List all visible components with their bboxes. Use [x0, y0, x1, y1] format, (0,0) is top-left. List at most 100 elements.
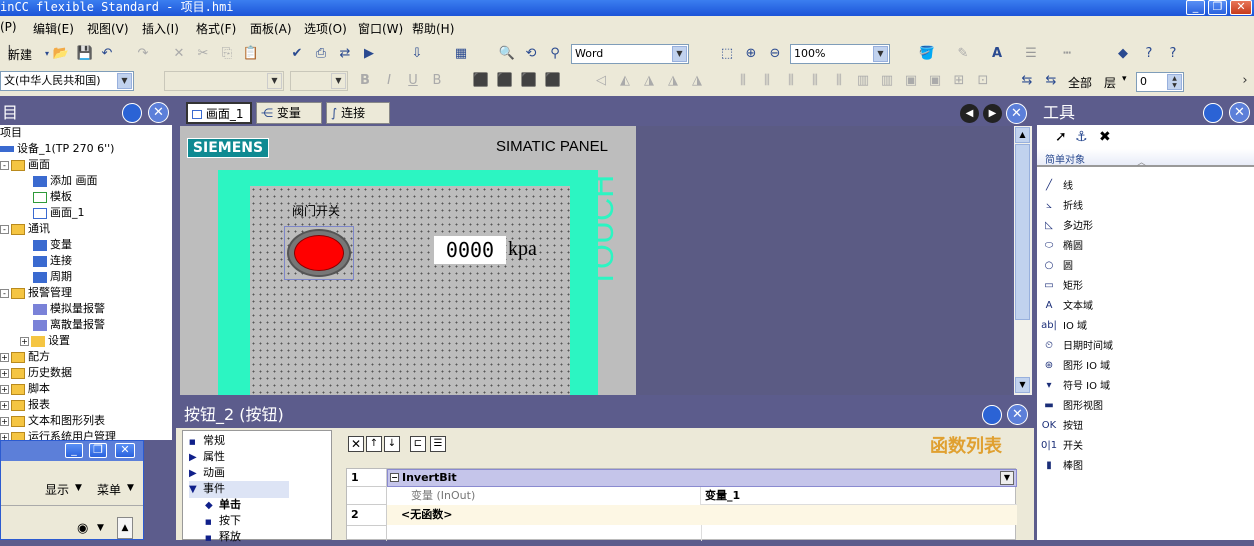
function-row-invertbit[interactable]: − InvertBit ▼ — [387, 469, 1017, 487]
check-icon[interactable]: ✔ — [288, 45, 306, 63]
tool-item[interactable]: ab| IO 域 — [1041, 317, 1087, 337]
tree-item[interactable]: + 历史数据 — [0, 365, 72, 381]
tree-item[interactable]: 变量 — [20, 237, 72, 253]
save-icon[interactable]: 💾 — [76, 45, 94, 63]
tool-item[interactable]: ◺ 多边形 — [1041, 217, 1093, 237]
anchor-icon[interactable]: ⚓ — [1075, 129, 1088, 145]
nav-item[interactable]: ▼ 事件 — [189, 481, 289, 498]
pressure-io-field[interactable]: 0000 — [434, 236, 506, 264]
collapse-icon[interactable]: − — [390, 473, 399, 482]
tree-item[interactable]: + 文本和图形列表 — [0, 413, 105, 429]
distribute-v-icon[interactable]: ⫼ — [758, 72, 776, 90]
menu-item[interactable]: 帮助(H) — [412, 20, 454, 37]
chevron-down-icon[interactable]: ▼ — [267, 73, 282, 89]
layer-spinner[interactable]: 0 ▲ ▼ — [1136, 72, 1184, 92]
tool-item[interactable]: ▬ 图形视图 — [1041, 397, 1103, 417]
language-combo[interactable]: 文(中华人民共和国) ▼ — [0, 71, 134, 91]
download-icon[interactable]: ⇩ — [408, 45, 426, 63]
tool-item[interactable]: ⬭ 椭圆 — [1041, 237, 1083, 257]
menu-item[interactable]: 编辑(E) — [33, 20, 74, 37]
tree-item[interactable]: 画面_1 — [20, 205, 85, 221]
grid-icon[interactable]: ⊞ — [950, 72, 968, 90]
tool-item[interactable]: ⦣ 折线 — [1041, 197, 1083, 217]
close-window-button[interactable]: ✕ — [1230, 0, 1252, 15]
new-button[interactable]: 新建 — [8, 46, 32, 63]
line-style-icon[interactable]: ☰ — [1022, 45, 1040, 63]
align-right-icon[interactable]: ⬛ — [520, 72, 538, 90]
cut-icon[interactable]: ✂ — [194, 45, 212, 63]
tree-item[interactable]: - 画面 — [0, 157, 50, 173]
italic-icon[interactable]: I — [380, 72, 398, 90]
maximize-button[interactable]: ❐ — [89, 443, 107, 458]
close-button[interactable]: ✕ — [115, 443, 135, 458]
context-help-icon[interactable]: ? — [1164, 45, 1182, 63]
tree-root[interactable]: 项目 — [0, 125, 22, 141]
layer-down-icon[interactable]: ⇆ — [1042, 72, 1060, 90]
tree-item[interactable]: 模板 — [20, 189, 72, 205]
toolbar-overflow-icon[interactable]: › — [1236, 72, 1254, 90]
strike-icon[interactable]: B — [428, 72, 446, 90]
param-value[interactable]: 变量_1 — [701, 487, 1017, 505]
mirror-icon[interactable]: ◭ — [616, 72, 634, 90]
expander-icon[interactable]: - — [0, 160, 9, 170]
minimize-button[interactable]: _ — [65, 443, 83, 458]
chevron-down-icon[interactable]: ▼ — [1000, 471, 1014, 485]
tool-item[interactable]: A 文本域 — [1041, 297, 1093, 317]
font-color-icon[interactable]: A — [988, 45, 1006, 63]
valve-button[interactable] — [284, 226, 354, 280]
move-down-icon[interactable]: ↓ — [384, 436, 400, 452]
send-back-icon[interactable]: ▥ — [878, 72, 896, 90]
menu-item[interactable]: 选项(O) — [304, 20, 347, 37]
align-center-icon[interactable]: ⬛ — [496, 72, 514, 90]
replace-icon[interactable]: ⟲ — [522, 45, 540, 63]
close-properties-button[interactable]: ✕ — [1007, 404, 1028, 425]
font-size-combo[interactable]: ▼ — [290, 71, 348, 91]
insert-icon[interactable]: ⊏ — [410, 436, 426, 452]
tree-device[interactable]: 设备_1(TP 270 6'') — [0, 141, 114, 157]
menu-item[interactable]: 视图(V) — [87, 20, 129, 37]
menu-item[interactable]: 面板(A) — [250, 20, 292, 37]
scroll-tabs-right-icon[interactable]: ▶ — [983, 104, 1002, 123]
fill-color-icon[interactable]: 🪣 — [918, 45, 936, 63]
rotate-right-icon[interactable]: ◮ — [664, 72, 682, 90]
snap-icon[interactable]: ⊡ — [974, 72, 992, 90]
expander-icon[interactable]: + — [0, 400, 9, 410]
editor-scrollbar[interactable]: ▲ ▼ — [1014, 126, 1032, 395]
pin-icon[interactable] — [1203, 103, 1223, 123]
same-width-icon[interactable]: ⫼ — [782, 72, 800, 90]
tree-item[interactable]: 周期 — [20, 269, 72, 285]
open-icon[interactable]: 📂 — [52, 45, 70, 63]
tree-item[interactable]: 添加 画面 — [20, 173, 98, 189]
align-top-icon[interactable]: ⬛ — [544, 72, 562, 90]
expander-icon[interactable]: + — [0, 352, 9, 362]
transfer-icon[interactable]: ⇄ — [336, 45, 354, 63]
tree-item[interactable]: + 设置 — [20, 333, 70, 349]
nav-item[interactable]: ■ 释放 — [205, 529, 241, 546]
ungroup-icon[interactable]: ▣ — [926, 72, 944, 90]
flip-icon[interactable]: ◁ — [592, 72, 610, 90]
zoom-out-icon[interactable]: ⊖ — [766, 45, 784, 63]
scroll-tabs-left-icon[interactable]: ◀ — [960, 104, 979, 123]
tree-item[interactable]: - 通讯 — [0, 221, 50, 237]
tool-item[interactable]: ╱ 线 — [1041, 177, 1073, 197]
chevron-down-icon[interactable]: ▼ — [873, 46, 888, 62]
simulate-icon[interactable]: ▶ — [360, 45, 378, 63]
nav-item[interactable]: ▶ 动画 — [189, 465, 225, 482]
line-color-icon[interactable]: ✎ — [954, 45, 972, 63]
rotate-left-icon[interactable]: ◮ — [640, 72, 658, 90]
tool-item[interactable]: ▭ 矩形 — [1041, 277, 1083, 297]
scroll-up-button[interactable]: ▲ — [1015, 127, 1030, 143]
zoom-in-icon[interactable]: ⊕ — [742, 45, 760, 63]
tools-icon[interactable]: ✖ — [1099, 129, 1111, 145]
expander-icon[interactable]: - — [0, 224, 9, 234]
tool-item[interactable]: ▮ 棒图 — [1041, 457, 1083, 477]
nav-item[interactable]: ▶ 属性 — [189, 449, 225, 466]
close-editor-button[interactable]: ✕ — [1006, 103, 1027, 124]
menu-item[interactable]: 格式(F) — [196, 20, 236, 37]
library-icon[interactable]: ◆ — [1114, 45, 1132, 63]
rotate-icon[interactable]: ◮ — [688, 72, 706, 90]
tool-item[interactable]: OK 按钮 — [1041, 417, 1083, 437]
chevron-up-icon[interactable]: ︿ — [1137, 155, 1146, 168]
function-row-empty[interactable]: <无函数> — [387, 505, 1017, 525]
menu-item[interactable]: 窗口(W) — [358, 20, 403, 37]
